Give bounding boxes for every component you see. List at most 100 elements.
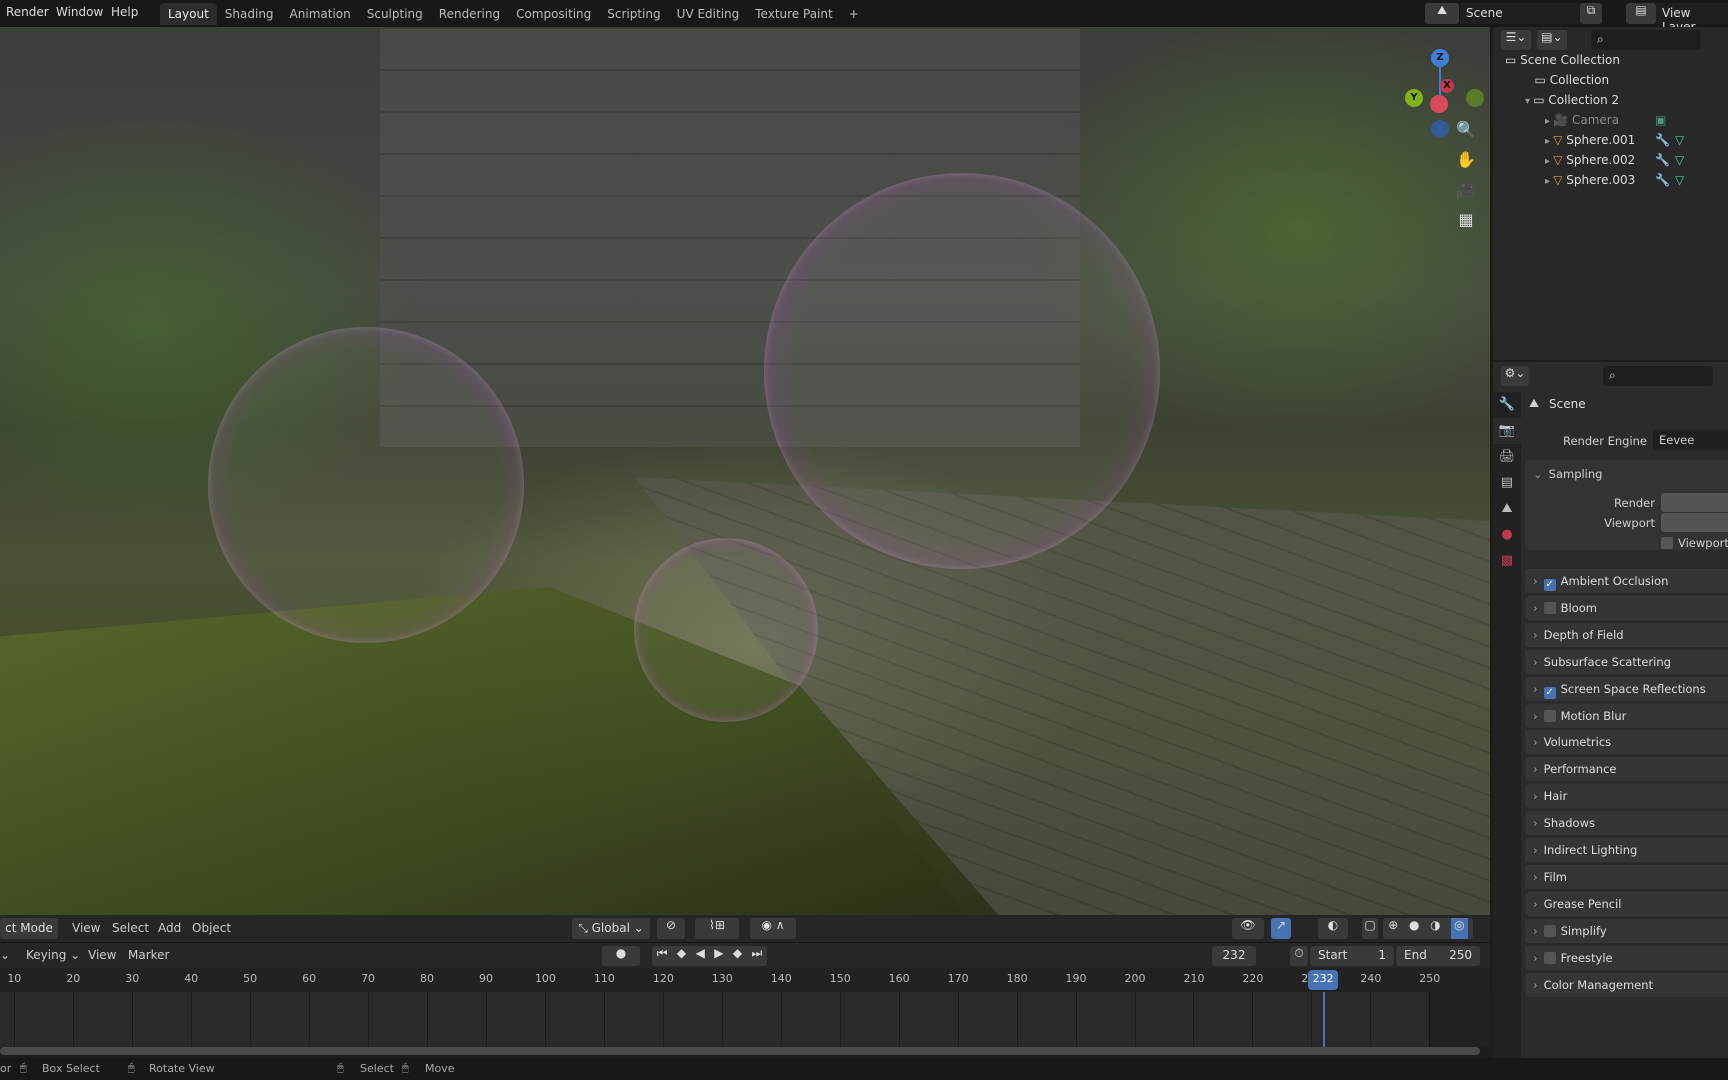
- menu-window[interactable]: Window: [56, 5, 103, 19]
- panel-hair[interactable]: › Hair: [1525, 784, 1728, 809]
- gizmo-toggle-icon[interactable]: ↗: [1271, 918, 1291, 939]
- tab-rendering[interactable]: Rendering: [431, 3, 508, 25]
- mode-selector[interactable]: ct Mode ⌄: [0, 918, 58, 949]
- menu-keying[interactable]: Keying ⌄: [26, 948, 80, 962]
- camera-view-icon[interactable]: 🎥: [1454, 178, 1478, 202]
- panel-indirect-lighting[interactable]: › Indirect Lighting: [1525, 838, 1728, 862]
- tab-uv-editing[interactable]: UV Editing: [669, 3, 748, 25]
- output-tab-icon[interactable]: 🖨: [1493, 444, 1521, 470]
- panel-checkbox[interactable]: ✓: [1543, 686, 1556, 699]
- mesh-data-icon[interactable]: ▽: [1675, 173, 1684, 187]
- panel-checkbox[interactable]: [1543, 924, 1556, 937]
- panel-ambient-occlusion[interactable]: › ✓ Ambient Occlusion: [1525, 569, 1728, 593]
- panel-freestyle[interactable]: › Freestyle: [1525, 945, 1728, 970]
- scene-tab-icon[interactable]: ⛰: [1493, 496, 1521, 522]
- view-layer-icon[interactable]: ▤: [1626, 3, 1656, 24]
- scene-type-icon[interactable]: ⛰: [1425, 3, 1459, 24]
- pan-hand-icon[interactable]: ✋: [1454, 148, 1478, 172]
- modifier-wrench-icon[interactable]: 🔧: [1655, 173, 1670, 187]
- play-reverse-icon[interactable]: ◀: [696, 946, 705, 966]
- expand-arrow-icon[interactable]: ▸: [1545, 156, 1553, 167]
- outliner-item[interactable]: ▾ ▭ Collection 2: [1525, 93, 1619, 113]
- tab-shading[interactable]: Shading: [217, 3, 282, 25]
- gizmo-y[interactable]: Y: [1405, 89, 1423, 107]
- solid-shading-icon[interactable]: ●: [1409, 918, 1419, 939]
- expand-arrow-icon[interactable]: ▸: [1545, 136, 1553, 147]
- panel-simplify[interactable]: › Simplify: [1525, 918, 1728, 943]
- editor-type-icon[interactable]: ⚙⌄: [1501, 366, 1529, 386]
- menu-object[interactable]: Object: [192, 921, 231, 935]
- outliner-search-input[interactable]: ⌕: [1591, 30, 1701, 50]
- auto-keying-icon[interactable]: ●: [602, 946, 640, 966]
- wireframe-shading-icon[interactable]: ⊕: [1388, 918, 1398, 939]
- tab-layout[interactable]: Layout: [160, 3, 217, 25]
- new-scene-icon[interactable]: ⧉: [1580, 3, 1602, 24]
- expand-arrow-icon[interactable]: ▸: [1545, 176, 1553, 187]
- filter-icon[interactable]: ▤⌄: [1537, 30, 1567, 50]
- gizmo-neg-y[interactable]: [1466, 89, 1484, 107]
- overlay-icon[interactable]: ◐: [1318, 918, 1348, 939]
- panel-grease-pencil[interactable]: › Grease Pencil: [1525, 891, 1728, 916]
- modifier-wrench-icon[interactable]: 🔧: [1655, 133, 1670, 147]
- menu-render[interactable]: Render: [6, 5, 49, 19]
- grid-perspective-icon[interactable]: ▦: [1454, 208, 1478, 232]
- menu-add[interactable]: Add: [158, 921, 181, 935]
- play-icon[interactable]: ▶: [714, 946, 723, 966]
- outliner-item[interactable]: ▭ Collection: [1525, 73, 1610, 93]
- tool-tab-icon[interactable]: 🔧: [1493, 392, 1521, 418]
- start-frame-field[interactable]: Start 1: [1310, 946, 1394, 966]
- current-frame-field[interactable]: 232: [1212, 946, 1256, 966]
- panel-subsurface-scattering[interactable]: › Subsurface Scattering: [1525, 649, 1728, 674]
- render-tab-icon[interactable]: 📷: [1493, 418, 1521, 444]
- panel-volumetrics[interactable]: › Volumetrics: [1525, 730, 1728, 755]
- stopwatch-icon[interactable]: ⏱: [1290, 946, 1308, 966]
- panel-performance[interactable]: › Performance: [1525, 757, 1728, 782]
- timeline-ruler[interactable]: 10 20 30 40 50 60 70 80 90 100 110 120 130 140 150 160 1…: [0, 968, 1490, 992]
- timeline-scrollbar[interactable]: [0, 1047, 1480, 1055]
- mesh-data-icon[interactable]: ▽: [1675, 153, 1684, 167]
- properties-search-input[interactable]: ⌕: [1603, 366, 1713, 386]
- view-layer-selector[interactable]: View Layer: [1656, 3, 1728, 34]
- panel-bloom[interactable]: › Bloom: [1525, 595, 1728, 620]
- zoom-icon[interactable]: 🔍: [1454, 118, 1478, 142]
- panel-depth-of-field[interactable]: › Depth of Field: [1525, 622, 1728, 647]
- timeline-tracks[interactable]: [0, 992, 1490, 1047]
- camera-data-icon[interactable]: ▣: [1655, 113, 1666, 127]
- view-layer-tab-icon[interactable]: ▤: [1493, 470, 1521, 496]
- menu-timeline-view[interactable]: View: [88, 948, 116, 962]
- outliner-item[interactable]: ▸ ▽ Sphere.002 🔧 ▽: [1545, 153, 1684, 173]
- 3d-viewport[interactable]: Z Y X 🔍 ✋ 🎥 ▦: [0, 27, 1490, 915]
- playhead-line[interactable]: [1323, 992, 1326, 1047]
- add-workspace-button[interactable]: +: [841, 3, 867, 25]
- tab-scripting[interactable]: Scripting: [599, 3, 668, 25]
- end-frame-field[interactable]: End 250: [1396, 946, 1480, 966]
- panel-checkbox[interactable]: [1543, 951, 1556, 964]
- panel-film[interactable]: › Film: [1525, 864, 1728, 889]
- display-mode-icon[interactable]: ☰⌄: [1501, 30, 1531, 50]
- proportional-edit-icon[interactable]: ◉ ∧: [750, 918, 796, 939]
- viewport-denoising-checkbox[interactable]: Viewport De: [1661, 536, 1728, 550]
- texture-tab-icon[interactable]: ▩: [1493, 548, 1521, 574]
- panel-color-management[interactable]: › Color Management: [1525, 972, 1728, 997]
- menu-marker[interactable]: Marker: [128, 948, 169, 962]
- next-keyframe-icon[interactable]: ◆: [733, 946, 742, 966]
- outliner-item[interactable]: ▸ ▽ Sphere.003 🔧 ▽: [1545, 173, 1684, 193]
- menu-view[interactable]: View: [72, 921, 100, 935]
- outliner-item[interactable]: ▸ 🎥 Camera ▣: [1545, 113, 1666, 133]
- modifier-wrench-icon[interactable]: 🔧: [1655, 153, 1670, 167]
- tab-compositing[interactable]: Compositing: [508, 3, 599, 25]
- outliner-item[interactable]: ▸ ▽ Sphere.001 🔧 ▽: [1545, 133, 1684, 153]
- panel-checkbox[interactable]: ✓: [1543, 579, 1556, 591]
- world-tab-icon[interactable]: ●: [1493, 522, 1521, 548]
- playhead-frame-label[interactable]: 232: [1308, 970, 1339, 990]
- panel-motion-blur[interactable]: › Motion Blur: [1525, 703, 1728, 728]
- jump-end-icon[interactable]: ⏭: [751, 946, 762, 966]
- gizmo-neg-x[interactable]: [1430, 95, 1448, 113]
- mesh-data-icon[interactable]: ▽: [1675, 133, 1684, 147]
- gizmo-neg-z[interactable]: [1431, 120, 1449, 138]
- navigation-gizmo[interactable]: Z Y X: [1405, 49, 1490, 138]
- scene-selector[interactable]: Scene: [1460, 3, 1580, 24]
- panel-checkbox[interactable]: [1543, 709, 1556, 722]
- sampling-render-field[interactable]: 3: [1661, 493, 1728, 512]
- tab-texture-paint[interactable]: Texture Paint: [747, 3, 840, 25]
